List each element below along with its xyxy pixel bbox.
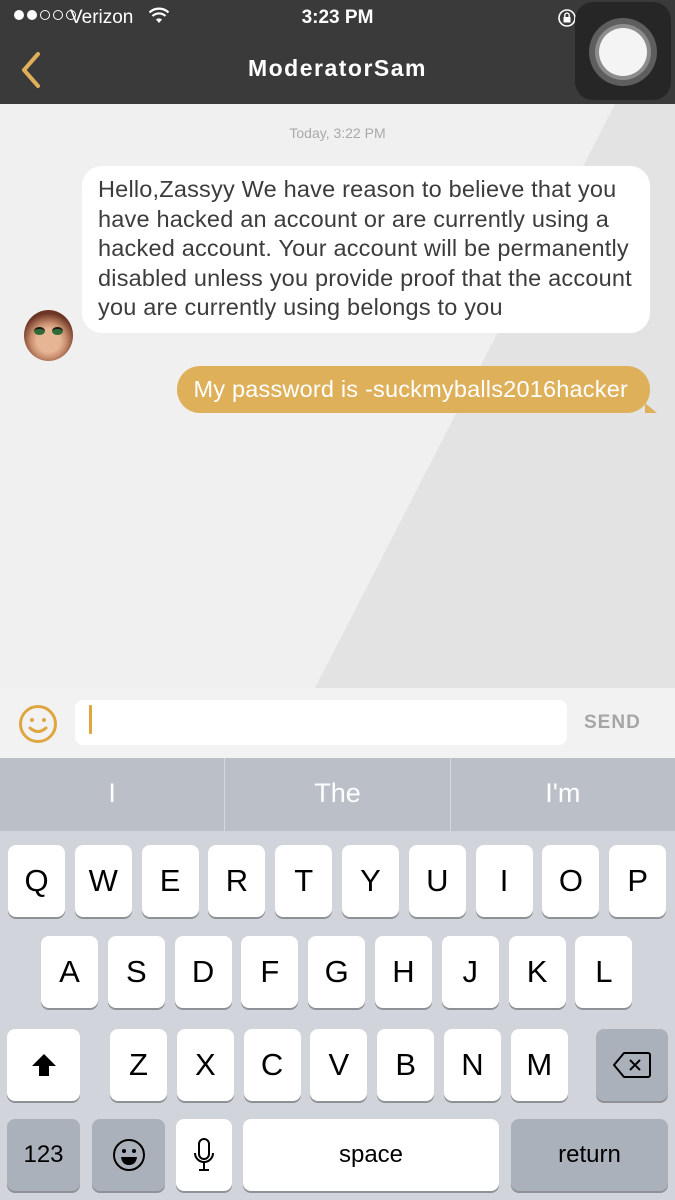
key-f[interactable]: F: [241, 936, 299, 1008]
key-q[interactable]: Q: [8, 845, 65, 917]
key-u[interactable]: U: [408, 845, 466, 917]
key-d[interactable]: D: [174, 936, 232, 1008]
key-c[interactable]: C: [243, 1029, 301, 1101]
send-button[interactable]: SEND: [584, 712, 641, 734]
composer-bar: SEND: [0, 688, 675, 758]
status-bar: Verizon 3:23 PM: [0, 6, 675, 30]
key-v[interactable]: V: [310, 1029, 368, 1101]
key-k[interactable]: K: [508, 936, 566, 1008]
message-input[interactable]: [75, 700, 567, 745]
dictation-key[interactable]: [176, 1119, 232, 1191]
header-bar: Verizon 3:23 PM ModeratorSam: [0, 0, 675, 104]
key-s[interactable]: S: [107, 936, 165, 1008]
microphone-icon: [194, 1138, 214, 1171]
assistive-touch-button[interactable]: [575, 2, 671, 100]
key-n[interactable]: N: [444, 1029, 501, 1101]
predictive-bar: I The I'm: [0, 758, 675, 831]
suggestion-1[interactable]: I: [0, 758, 226, 831]
rotation-lock-icon: [558, 9, 576, 27]
conversation-title: ModeratorSam: [247, 55, 428, 81]
key-x[interactable]: X: [176, 1029, 234, 1101]
key-j[interactable]: J: [441, 936, 499, 1008]
return-key[interactable]: return: [511, 1119, 668, 1191]
key-e[interactable]: E: [141, 845, 199, 917]
key-l[interactable]: L: [575, 936, 633, 1008]
key-y[interactable]: Y: [342, 845, 399, 917]
keyboard: I The I'm QWERTYUIOPASDFGHJKLZXCVBNM 123…: [0, 758, 675, 1200]
key-m[interactable]: M: [510, 1029, 568, 1101]
delete-key[interactable]: [596, 1029, 668, 1101]
message-list[interactable]: Today, 3:22 PM Hello,Zassyy We have reas…: [0, 104, 675, 688]
key-p[interactable]: P: [609, 845, 667, 917]
emoji-face-icon: [112, 1139, 145, 1171]
outgoing-message-bubble[interactable]: My password is -suckmyballs2016hacker: [176, 366, 658, 413]
key-g[interactable]: G: [308, 936, 366, 1008]
key-a[interactable]: A: [41, 936, 98, 1008]
message-timestamp: Today, 3:22 PM: [289, 125, 386, 141]
space-key[interactable]: space: [243, 1119, 499, 1191]
numbers-key[interactable]: 123: [7, 1119, 80, 1191]
emoji-key[interactable]: [92, 1119, 165, 1191]
text-cursor: [89, 705, 92, 734]
suggestion-3[interactable]: I'm: [451, 758, 675, 831]
sender-avatar[interactable]: [24, 310, 73, 361]
key-b[interactable]: B: [377, 1029, 435, 1101]
backspace-icon: [613, 1052, 651, 1078]
suggestion-2[interactable]: The: [225, 758, 451, 831]
key-i[interactable]: I: [475, 845, 533, 917]
shift-arrow-icon: [31, 1054, 56, 1076]
key-r[interactable]: R: [208, 845, 266, 917]
key-t[interactable]: T: [275, 845, 333, 917]
smiley-icon[interactable]: [18, 704, 58, 744]
key-h[interactable]: H: [375, 936, 432, 1008]
incoming-message-bubble[interactable]: Hello,Zassyy We have reason to believe t…: [82, 166, 650, 333]
key-w[interactable]: W: [74, 845, 132, 917]
key-o[interactable]: O: [542, 845, 600, 917]
shift-key[interactable]: [7, 1029, 80, 1101]
key-z[interactable]: Z: [110, 1029, 167, 1101]
